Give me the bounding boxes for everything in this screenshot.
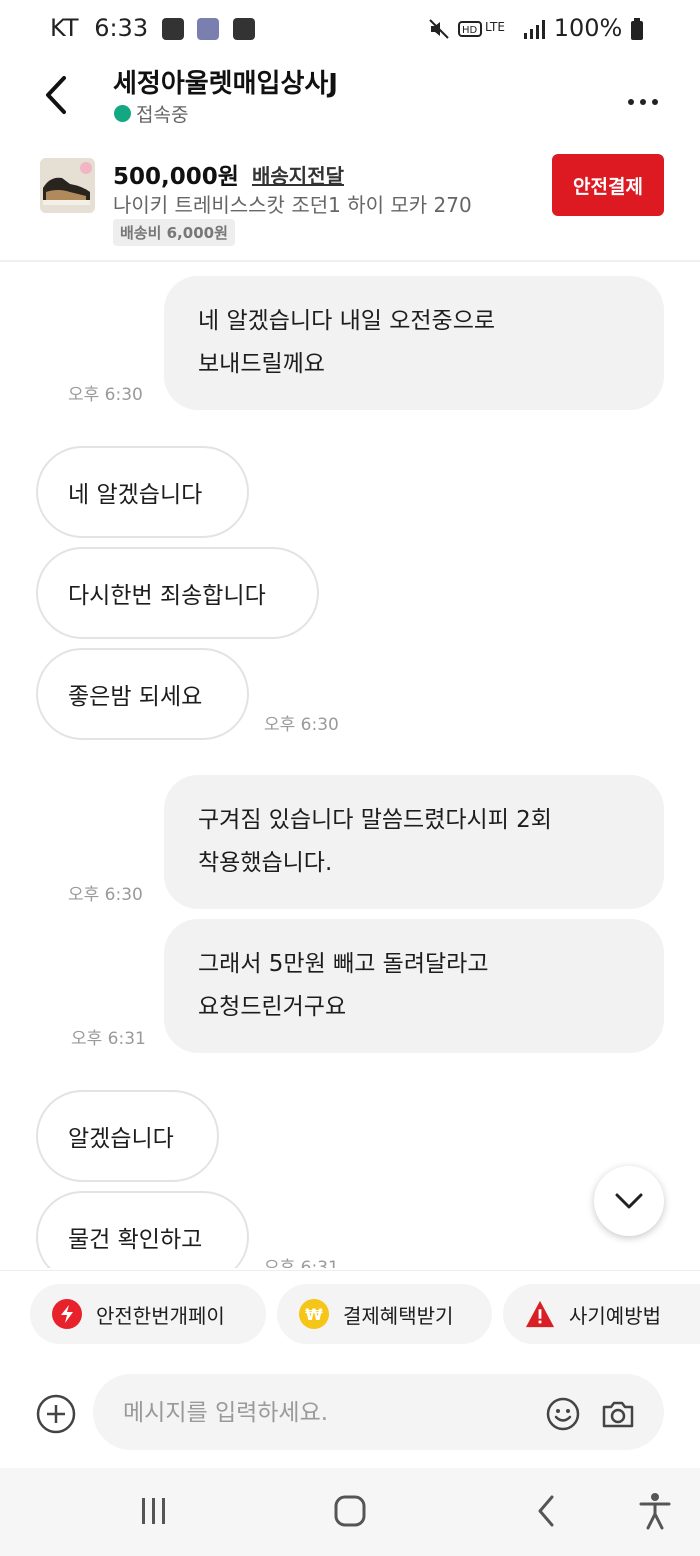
plus-circle-icon [36, 1394, 76, 1434]
message-text: 구겨짐 있습니다 말씀드렸다시피 2회 착용했습니다. [198, 799, 552, 885]
message-text: 다시한번 죄송합니다 [68, 583, 266, 609]
system-navigation-bar [0, 1468, 700, 1556]
message-text: 네 알겠습니다 내일 오전중으로 보내드릴께요 [198, 300, 495, 386]
recent-apps-icon[interactable] [138, 1496, 170, 1526]
camera-icon [602, 1401, 634, 1428]
message-timestamp: 오후 6:30 [68, 385, 143, 405]
lightning-icon [52, 1299, 82, 1329]
shipping-fee-badge: 배송비 6,000원 [113, 219, 235, 246]
online-status-dot [114, 105, 131, 122]
attach-plus-button[interactable] [36, 1394, 76, 1434]
message-bubble-incoming[interactable]: 알겠습니다 [36, 1090, 219, 1182]
safe-payment-button[interactable]: 안전결제 [552, 154, 664, 216]
message-line: 네 알겠습니다 내일 오전중으로 [198, 308, 496, 334]
status-left: KT 6:33 [50, 14, 256, 42]
signal-icon [524, 20, 546, 39]
message-line: 착용했습니다. [198, 850, 333, 876]
message-text: 물건 확인하고 [68, 1227, 203, 1253]
quick-action-label: 사기예방법 [569, 1303, 661, 1328]
quick-action-payment-benefits[interactable]: ₩ 결제혜택받기 [277, 1284, 492, 1344]
message-bubble-outgoing[interactable]: 구겨짐 있습니다 말씀드렸다시피 2회 착용했습니다. [164, 775, 664, 909]
status-right: HD LTE 100% [427, 14, 644, 42]
gallery-notification-icon [161, 18, 184, 40]
camera-button[interactable] [600, 1396, 636, 1432]
product-thumbnail[interactable] [40, 158, 95, 213]
status-bar: KT 6:33 HD LTE 100% [0, 0, 700, 60]
more-dot-icon [628, 99, 634, 105]
quick-action-label: 결제혜택받기 [343, 1303, 454, 1328]
online-status-label: 접속중 [136, 104, 189, 126]
battery-percent: 100% [553, 14, 623, 42]
home-icon[interactable] [333, 1494, 367, 1528]
message-text: 좋은밤 되세요 [68, 684, 203, 710]
warning-icon [525, 1299, 555, 1329]
message-line: 보내드릴께요 [198, 351, 325, 377]
message-bubble-incoming[interactable]: 좋은밤 되세요 [36, 648, 249, 740]
smiley-icon [546, 1397, 580, 1431]
emoji-button[interactable] [545, 1396, 581, 1432]
message-bubble-incoming[interactable]: 네 알겠습니다 [36, 446, 249, 538]
svg-text:LTE: LTE [485, 20, 505, 34]
product-name: 나이키 트레비스스캇 조던1 하이 모카 270 [113, 193, 472, 217]
chevron-left-icon [46, 76, 66, 114]
product-price: 500,000원 [113, 164, 239, 190]
sneaker-image [40, 158, 95, 213]
message-line: 요청드린거구요 [198, 994, 347, 1020]
won-coin-icon: ₩ [299, 1299, 329, 1329]
message-timestamp: 오후 6:31 [264, 1258, 339, 1268]
message-bubble-outgoing[interactable]: 그래서 5만원 빼고 돌려달라고 요청드린거구요 [164, 919, 664, 1053]
carrier-label: KT [50, 14, 79, 42]
chat-partner-name: 세정아울렛매입상사J [113, 69, 338, 99]
message-text: 알겠습니다 [68, 1126, 174, 1152]
quick-action-label: 안전한번개페이 [96, 1303, 225, 1328]
back-nav-icon[interactable] [535, 1494, 557, 1528]
more-dot-icon [652, 99, 658, 105]
quick-action-safe-pay[interactable]: 안전한번개페이 [30, 1284, 266, 1344]
message-input[interactable] [121, 1392, 525, 1434]
mute-icon [429, 19, 449, 39]
message-text: 그래서 5만원 빼고 돌려달라고 요청드린거구요 [198, 943, 489, 1029]
app-notification-icon [197, 18, 220, 40]
message-bubble-incoming[interactable]: 물건 확인하고 [36, 1191, 249, 1268]
message-bubble-incoming[interactable]: 다시한번 죄송합니다 [36, 547, 319, 639]
check-notification-icon [233, 18, 256, 40]
message-line: 구겨짐 있습니다 말씀드렸다시피 2회 [198, 807, 552, 833]
battery-icon [631, 18, 643, 40]
message-text: 네 알겠습니다 [68, 482, 203, 508]
hd-lte-icon: HD LTE [458, 20, 505, 37]
message-timestamp: 오후 6:31 [71, 1029, 146, 1049]
more-dot-icon [640, 99, 646, 105]
back-button[interactable] [38, 70, 78, 120]
message-timestamp: 오후 6:30 [264, 715, 339, 735]
chat-message-list[interactable]: 네 알겠습니다 내일 오전중으로 보내드릴께요 오후 6:30 네 알겠습니다 … [0, 262, 700, 1268]
message-timestamp: 오후 6:30 [68, 885, 143, 905]
chevron-down-icon [615, 1193, 643, 1209]
quick-action-fraud-prevention[interactable]: 사기예방법 [503, 1284, 700, 1344]
svg-text:HD: HD [462, 25, 478, 36]
message-line: 그래서 5만원 빼고 돌려달라고 [198, 951, 489, 977]
clock: 6:33 [94, 14, 149, 42]
more-options-button[interactable] [628, 90, 664, 105]
scroll-to-bottom-button[interactable] [594, 1166, 664, 1236]
message-bubble-outgoing[interactable]: 네 알겠습니다 내일 오전중으로 보내드릴께요 [164, 276, 664, 410]
delivery-address-link[interactable]: 배송지전달 [252, 160, 344, 189]
accessibility-icon[interactable] [638, 1492, 672, 1530]
